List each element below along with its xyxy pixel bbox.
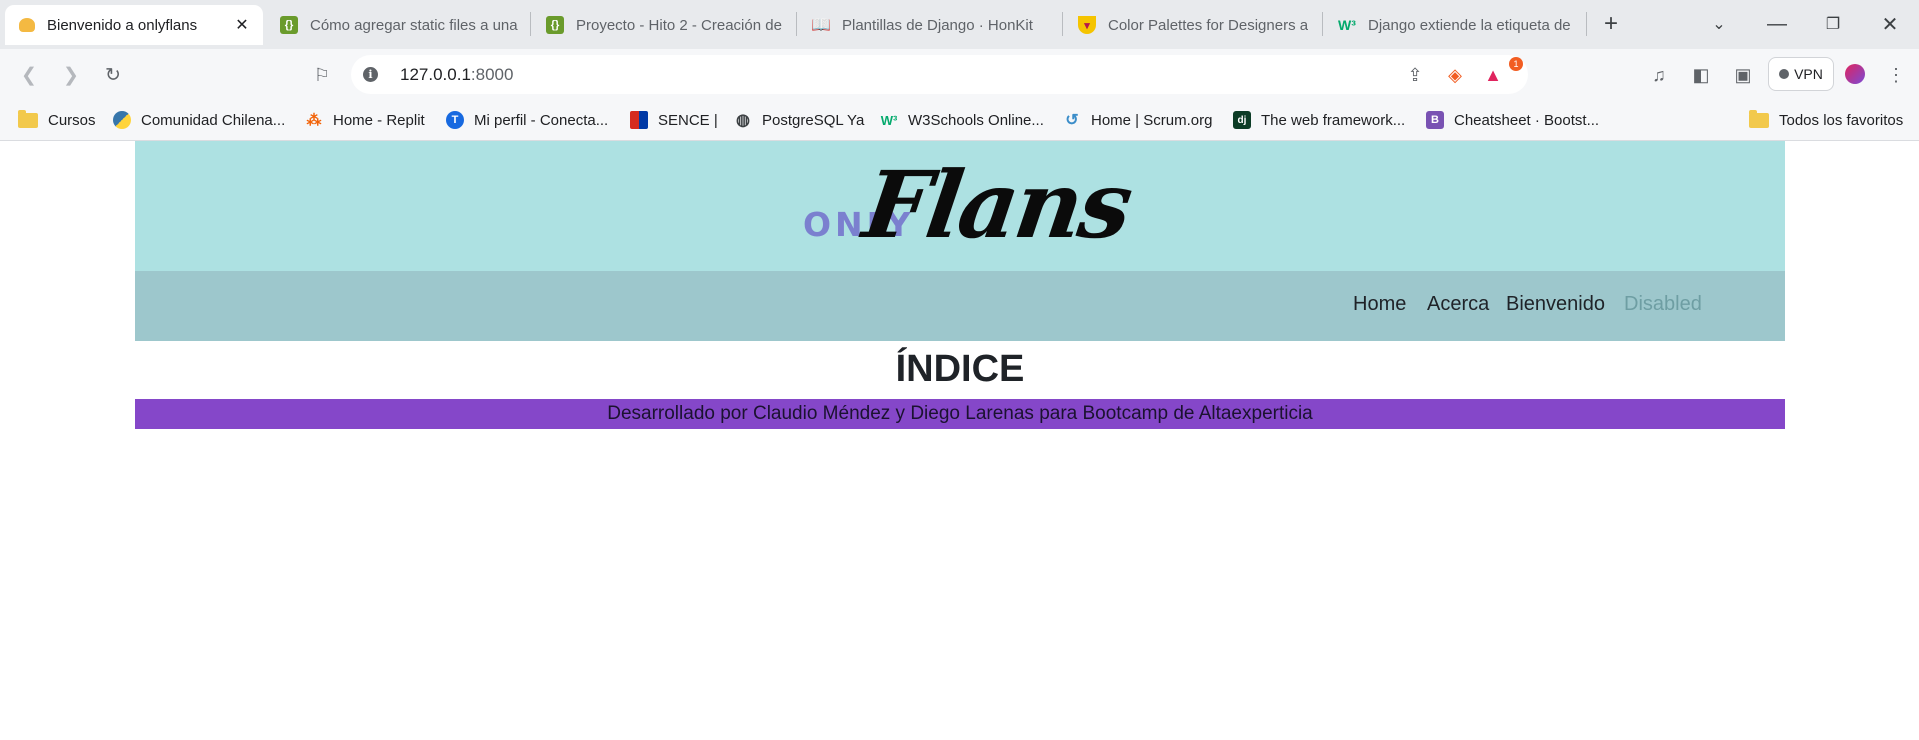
replit-icon: ⁂: [306, 112, 322, 129]
site-navbar: Home Acerca Bienvenido Disabled: [135, 271, 1785, 341]
python-icon: [113, 111, 131, 129]
restore-button[interactable]: ❐: [1816, 8, 1850, 40]
tab-title: Plantillas de Django · HonKit: [842, 16, 1033, 34]
menu-icon[interactable]: ⋮: [1882, 61, 1910, 89]
bookmark-django[interactable]: dj The web framework...: [1233, 109, 1405, 131]
profile-avatar[interactable]: [1845, 64, 1865, 84]
tab-strip: Bienvenido a onlyflans ✕ {} Cómo agregar…: [0, 0, 1919, 49]
site-logo[interactable]: ONLY Flans: [803, 151, 1136, 265]
close-window-button[interactable]: ✕: [1873, 8, 1907, 40]
book-icon: 📖: [811, 17, 831, 34]
wallet-icon[interactable]: ▣: [1729, 61, 1757, 89]
site-container: ONLY Flans Home Acerca Bienvenido Disabl…: [135, 141, 1785, 429]
share-icon[interactable]: ⇪: [1401, 61, 1429, 89]
bookmark-label: Comunidad Chilena...: [141, 111, 286, 129]
conecta-icon: T: [446, 111, 464, 129]
tab-proyecto-hito[interactable]: {} Proyecto - Hito 2 - Creación de: [532, 5, 796, 45]
palette-icon: ▾: [1078, 16, 1096, 34]
bookmark-label: W3Schools Online...: [908, 111, 1044, 129]
bookmark-label: Home - Replit: [333, 111, 425, 129]
logo-flans-text: Flans: [857, 151, 1137, 259]
bookmark-label: Home | Scrum.org: [1091, 111, 1213, 129]
bookmark-replit[interactable]: ⁂ Home - Replit: [305, 109, 425, 131]
scrum-icon: ↺: [1065, 112, 1079, 129]
url-text[interactable]: 127.0.0.1:8000: [400, 65, 513, 85]
bookmark-icon[interactable]: ⚐: [306, 59, 338, 91]
bookmark-mi-perfil[interactable]: T Mi perfil - Conecta...: [446, 109, 608, 131]
bookmark-label: Mi perfil - Conecta...: [474, 111, 609, 129]
bookmark-comunidad-chilena[interactable]: Comunidad Chilena...: [113, 109, 285, 131]
globe-icon: ◍: [736, 112, 750, 129]
tab-plantillas-django[interactable]: 📖 Plantillas de Django · HonKit: [798, 5, 1062, 45]
vpn-status-icon: [1779, 69, 1790, 79]
music-icon[interactable]: ♫: [1645, 61, 1673, 89]
django-icon: dj: [1233, 111, 1251, 129]
folder-icon: [18, 109, 38, 128]
bookmark-label: The web framework...: [1261, 111, 1406, 129]
code-icon: {}: [280, 16, 298, 34]
vpn-button[interactable]: VPN: [1768, 57, 1834, 91]
all-bookmarks[interactable]: Todos los favoritos: [1749, 109, 1903, 131]
tab-separator: [1062, 12, 1063, 36]
close-icon[interactable]: ✕: [233, 15, 251, 35]
bookmark-label: PostgreSQL Ya: [762, 111, 865, 129]
site-info-icon[interactable]: i: [363, 67, 378, 82]
nav-link-acerca[interactable]: Acerca: [1427, 293, 1489, 316]
brave-rewards-icon[interactable]: ▲: [1479, 61, 1507, 89]
bootstrap-icon: B: [1426, 111, 1444, 129]
tab-separator: [1586, 12, 1587, 36]
tab-title: Django extiende la etiqueta de: [1368, 16, 1571, 34]
site-header: ONLY Flans: [135, 141, 1785, 271]
forward-button[interactable]: ❯: [55, 59, 87, 91]
new-tab-button[interactable]: +: [1594, 8, 1628, 40]
bookmark-label: Cursos: [48, 111, 96, 129]
back-button[interactable]: ❮: [13, 59, 45, 91]
tab-static-files[interactable]: {} Cómo agregar static files a una: [266, 5, 530, 45]
browser-toolbar: ❮ ❯ ↻ ⚐ i 127.0.0.1:8000 ⇪ ◈ ▲ 1 ♫ ◧ ▣ V…: [0, 49, 1919, 101]
vpn-label: VPN: [1794, 66, 1823, 82]
bookmark-scrum[interactable]: ↺ Home | Scrum.org: [1063, 109, 1212, 131]
nav-link-home[interactable]: Home: [1353, 293, 1406, 316]
bookmark-sence[interactable]: SENCE |: [630, 109, 718, 131]
bookmark-bootstrap[interactable]: B Cheatsheet · Bootst...: [1426, 109, 1599, 131]
minimize-button[interactable]: —: [1760, 8, 1794, 40]
bookmark-cursos[interactable]: Cursos: [18, 109, 96, 131]
nav-link-disabled: Disabled: [1624, 293, 1702, 315]
tab-search-chevron-icon[interactable]: ⌄: [1702, 8, 1736, 40]
sidebar-icon[interactable]: ◧: [1687, 61, 1715, 89]
tab-title: Bienvenido a onlyflans: [47, 16, 198, 34]
reload-button[interactable]: ↻: [97, 59, 129, 91]
flan-icon: [19, 18, 35, 32]
bookmark-postgresql[interactable]: ◍ PostgreSQL Ya: [734, 109, 864, 131]
tab-title: Cómo agregar static files a una: [310, 16, 518, 34]
site-footer: Desarrollado por Claudio Méndez y Diego …: [135, 399, 1785, 429]
bookmark-label: Todos los favoritos: [1779, 111, 1904, 129]
address-bar[interactable]: i 127.0.0.1:8000 ⇪ ◈ ▲ 1: [351, 55, 1528, 94]
w3-icon: W³: [1338, 17, 1356, 33]
rewards-badge: 1: [1509, 57, 1523, 71]
tab-separator: [796, 12, 797, 36]
w3-icon: W³: [880, 112, 898, 128]
bookmark-w3schools[interactable]: W³ W3Schools Online...: [880, 109, 1044, 131]
tab-separator: [1322, 12, 1323, 36]
bookmark-label: SENCE |: [658, 111, 718, 129]
code-icon: {}: [546, 16, 564, 34]
bookmarks-bar: Cursos Comunidad Chilena... ⁂ Home - Rep…: [0, 101, 1919, 141]
folder-icon: [1749, 109, 1769, 128]
url-host: 127.0.0.1: [400, 65, 471, 84]
brave-shield-icon[interactable]: ◈: [1441, 61, 1469, 89]
bookmark-label: Cheatsheet · Bootst...: [1454, 111, 1600, 129]
tab-title: Color Palettes for Designers and: [1108, 16, 1308, 34]
tab-separator: [530, 12, 531, 36]
page-title: ÍNDICE: [895, 348, 1025, 390]
tab-color-palettes[interactable]: ▾ Color Palettes for Designers and: [1064, 5, 1320, 45]
tab-onlyflans[interactable]: Bienvenido a onlyflans ✕: [5, 5, 263, 45]
nav-link-bienvenido[interactable]: Bienvenido: [1506, 293, 1605, 316]
sence-icon: [630, 111, 648, 129]
tab-django-extiende[interactable]: W³ Django extiende la etiqueta de: [1324, 5, 1586, 45]
url-port: :8000: [470, 65, 514, 84]
tab-title: Proyecto - Hito 2 - Creación de: [576, 16, 782, 34]
